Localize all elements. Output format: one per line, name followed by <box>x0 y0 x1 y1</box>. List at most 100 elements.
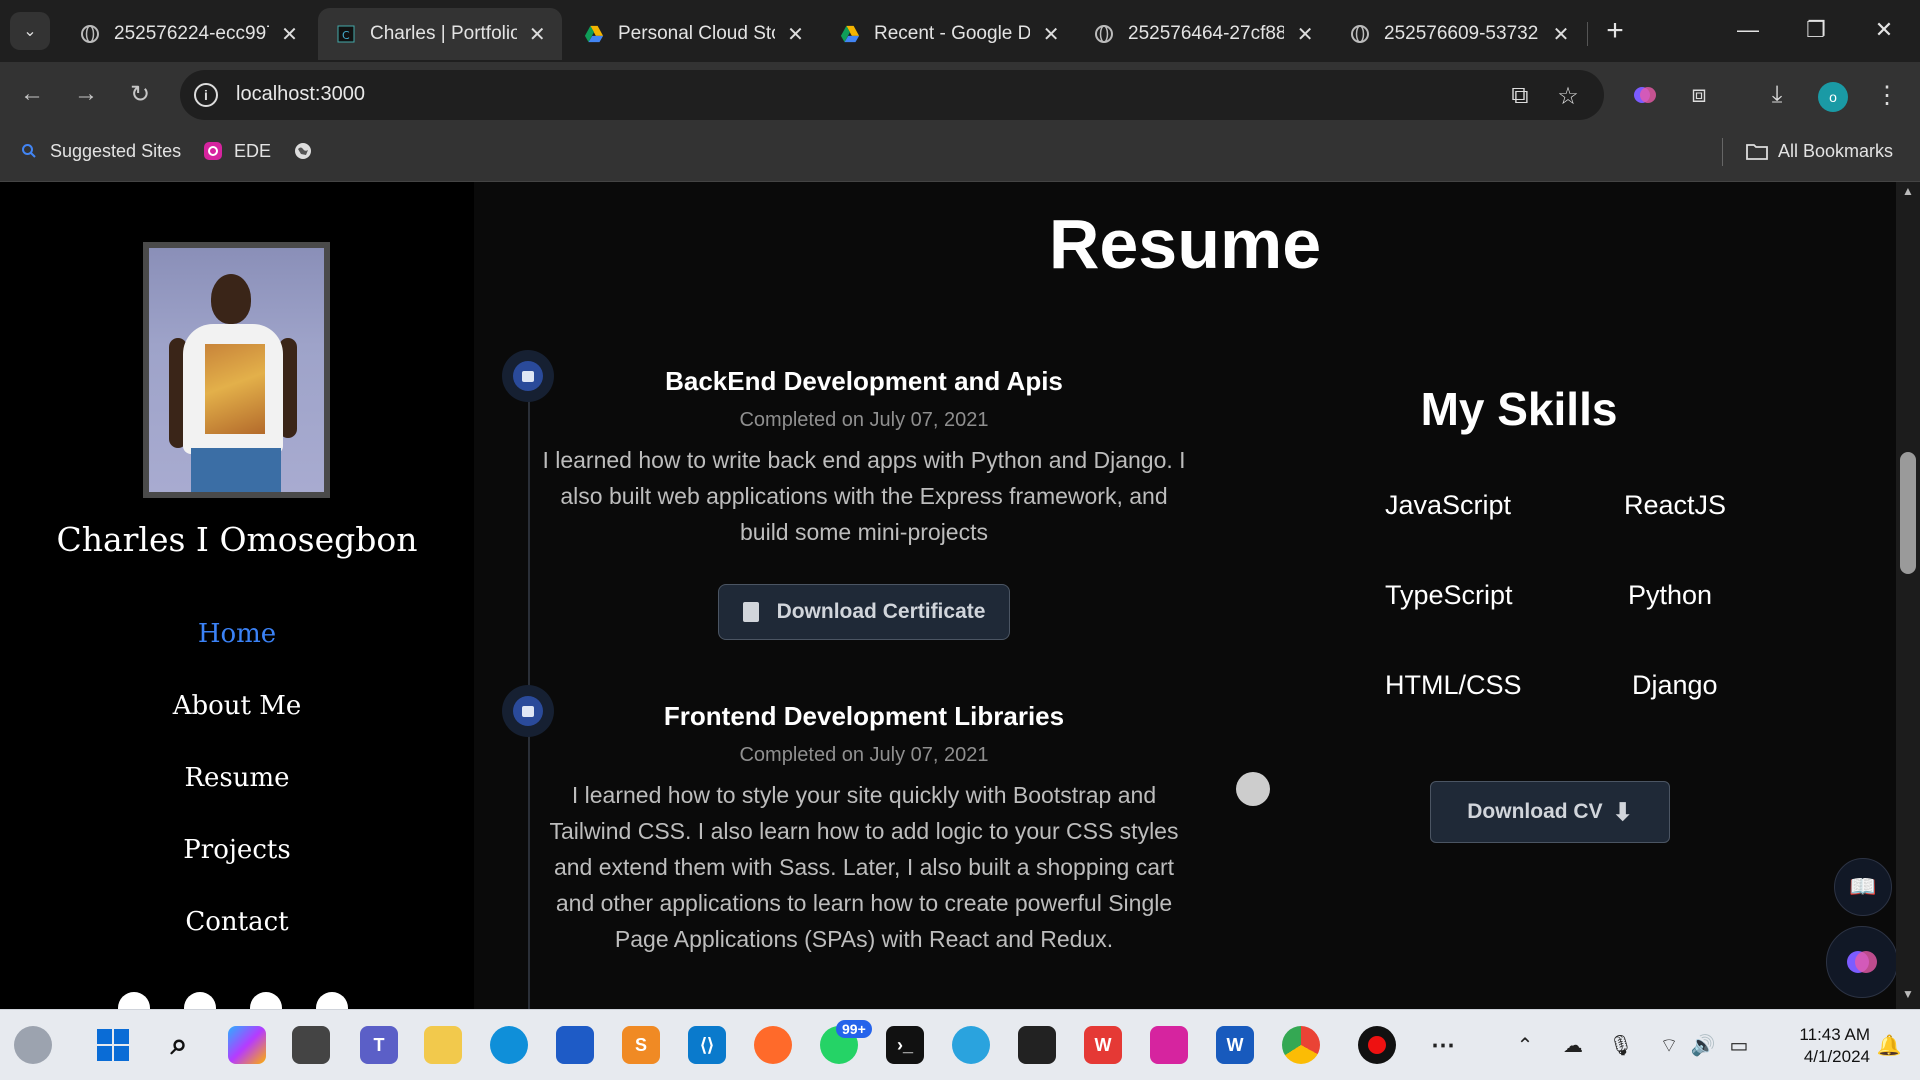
close-tab-icon[interactable]: ✕ <box>1294 23 1316 46</box>
downloads-icon[interactable]: ⤓ <box>1760 78 1794 112</box>
url-text[interactable]: localhost:3000 <box>236 83 365 106</box>
back-button[interactable]: ← <box>12 74 52 114</box>
profile-avatar[interactable]: o <box>1818 82 1848 112</box>
tab-title: Personal Cloud Sto <box>618 23 775 44</box>
copilot-extension-icon[interactable] <box>1628 78 1662 112</box>
microsoft-store-icon[interactable] <box>556 1026 594 1064</box>
reader-mode-icon[interactable]: 📖 <box>1834 858 1892 916</box>
bookmark-star-icon[interactable]: ☆ <box>1554 82 1582 110</box>
skill-item: JavaScript <box>1385 490 1512 520</box>
github-icon[interactable] <box>118 992 150 1009</box>
capcut-icon[interactable] <box>1018 1026 1056 1064</box>
scrollbar-thumb[interactable] <box>1900 452 1916 574</box>
page-viewport: Charles I Omosegbon Home About Me Resume… <box>0 182 1896 1009</box>
download-cv-button[interactable]: Download CV ⬇ <box>1430 781 1670 843</box>
nav-home[interactable]: Home <box>0 614 474 686</box>
globe-icon <box>1094 24 1114 44</box>
download-certificate-button[interactable]: Download Certificate <box>717 584 1011 640</box>
file-explorer-icon[interactable] <box>424 1026 462 1064</box>
restore-button[interactable]: ❐ <box>1796 12 1836 48</box>
nav-about-me[interactable]: About Me <box>0 686 474 758</box>
edge-icon[interactable] <box>490 1026 528 1064</box>
onedrive-icon[interactable]: ☁ <box>1558 1030 1588 1060</box>
copilot-icon[interactable] <box>228 1026 266 1064</box>
nav-contact[interactable]: Contact <box>0 902 474 974</box>
restore-icon: ❐ <box>1806 17 1826 42</box>
minimize-icon: — <box>1737 17 1759 42</box>
bookmark-suggested-sites[interactable]: Suggested Sites <box>18 140 181 162</box>
forward-button[interactable]: → <box>66 74 106 114</box>
nav-projects[interactable]: Projects <box>0 830 474 902</box>
twitter-icon[interactable] <box>316 992 348 1009</box>
microphone-icon[interactable]: 🎙 <box>1606 1030 1636 1060</box>
sublime-text-icon[interactable]: S <box>622 1026 660 1064</box>
tab-2-active[interactable]: C Charles | Portfolio ✕ <box>318 8 562 60</box>
bookmark-ede[interactable]: EDE <box>202 140 271 162</box>
instagram-icon[interactable] <box>184 992 216 1009</box>
extensions-puzzle-icon[interactable]: ⧈ <box>1682 78 1716 112</box>
close-tab-icon[interactable]: ✕ <box>527 23 548 46</box>
close-tab-icon[interactable]: ✕ <box>1040 23 1062 46</box>
scroll-down-icon[interactable]: ▼ <box>1896 987 1920 1007</box>
page-scrollbar[interactable]: ▲ ▼ <box>1896 182 1920 1009</box>
profile-name: Charles I Omosegbon <box>56 520 418 559</box>
open-in-app-icon[interactable]: ⧉ <box>1506 82 1534 110</box>
more-apps-icon[interactable]: ⋯ <box>1424 1026 1462 1064</box>
entry-date: Completed on July 07, 2021 <box>739 744 989 766</box>
word-icon[interactable]: W <box>1216 1026 1254 1064</box>
sidebar: Charles I Omosegbon Home About Me Resume… <box>0 182 474 1009</box>
tab-1[interactable]: 252576224-ecc997 ✕ <box>62 8 314 60</box>
minimize-button[interactable]: — <box>1728 12 1768 48</box>
google-drive-icon <box>840 24 860 44</box>
entry-title: Frontend Development Libraries <box>663 701 1065 731</box>
reload-icon: ↻ <box>129 80 151 108</box>
task-view-icon[interactable] <box>292 1026 330 1064</box>
new-tab-button[interactable]: + <box>1598 14 1632 48</box>
tab-3[interactable]: Personal Cloud Sto ✕ <box>566 8 820 60</box>
entry-date: Completed on July 07, 2021 <box>739 409 989 431</box>
windows-start-icon[interactable] <box>94 1026 132 1064</box>
chrome-icon[interactable] <box>1282 1026 1320 1064</box>
windows-taskbar: ⌕ T S ⟨⟩ 99+ ›_ W W ⋯ ⌃ ☁ 🎙 ⌔ 🔊 ▭ 11:43 … <box>0 1009 1920 1080</box>
bookmark-globe[interactable] <box>292 140 324 162</box>
system-clock[interactable]: 11:43 AM 4/1/2024 <box>1770 1024 1870 1068</box>
social-links <box>118 992 348 1009</box>
linkedin-icon[interactable] <box>250 992 282 1009</box>
menu-kebab-icon[interactable]: ⋮ <box>1870 78 1904 112</box>
scroll-up-icon[interactable]: ▲ <box>1896 184 1920 204</box>
volume-icon[interactable]: 🔊 <box>1688 1030 1718 1060</box>
telegram-icon[interactable] <box>952 1026 990 1064</box>
all-bookmarks-button[interactable]: All Bookmarks <box>1746 140 1893 162</box>
button-label: Download Certificate <box>776 600 986 623</box>
terminal-icon[interactable]: ›_ <box>886 1026 924 1064</box>
notification-bell-icon[interactable]: 🔔 <box>1874 1030 1904 1060</box>
battery-icon[interactable]: ▭ <box>1724 1030 1754 1060</box>
wps-office-icon[interactable]: W <box>1084 1026 1122 1064</box>
bookmarks-bar: Suggested Sites EDE All Bookmarks <box>0 126 1920 182</box>
close-window-button[interactable]: ✕ <box>1864 12 1904 48</box>
close-tab-icon[interactable]: ✕ <box>785 23 806 46</box>
instagram-app-icon[interactable] <box>1150 1026 1188 1064</box>
entry-description: I learned how to write back end apps wit… <box>542 447 1186 545</box>
tab-4[interactable]: Recent - Google D ✕ <box>822 8 1076 60</box>
address-bar[interactable]: i localhost:3000 ⧉ ☆ <box>180 70 1604 120</box>
screen-recorder-icon[interactable] <box>1358 1026 1396 1064</box>
site-info-icon[interactable]: i <box>194 83 218 107</box>
search-icon[interactable]: ⌕ <box>160 1026 198 1064</box>
tab-5[interactable]: 252576464-27cf88 ✕ <box>1076 8 1330 60</box>
wifi-icon[interactable]: ⌔ <box>1654 1030 1684 1060</box>
skill-item: ReactJS <box>1624 490 1727 520</box>
close-tab-icon[interactable]: ✕ <box>279 23 300 46</box>
widgets-icon[interactable] <box>14 1026 52 1064</box>
teams-icon[interactable]: T <box>360 1026 398 1064</box>
tab-search-button[interactable]: ⌄ <box>10 12 50 50</box>
mouse-cursor <box>1236 772 1270 806</box>
chevron-up-icon[interactable]: ⌃ <box>1510 1030 1540 1060</box>
nav-resume[interactable]: Resume <box>0 758 474 830</box>
firefox-icon[interactable] <box>754 1026 792 1064</box>
reload-button[interactable]: ↻ <box>120 74 160 114</box>
copilot-floating-icon[interactable] <box>1826 926 1896 998</box>
vscode-icon[interactable]: ⟨⟩ <box>688 1026 726 1064</box>
tab-6[interactable]: 252576609-53732 ✕ <box>1332 8 1586 60</box>
close-tab-icon[interactable]: ✕ <box>1550 23 1572 46</box>
